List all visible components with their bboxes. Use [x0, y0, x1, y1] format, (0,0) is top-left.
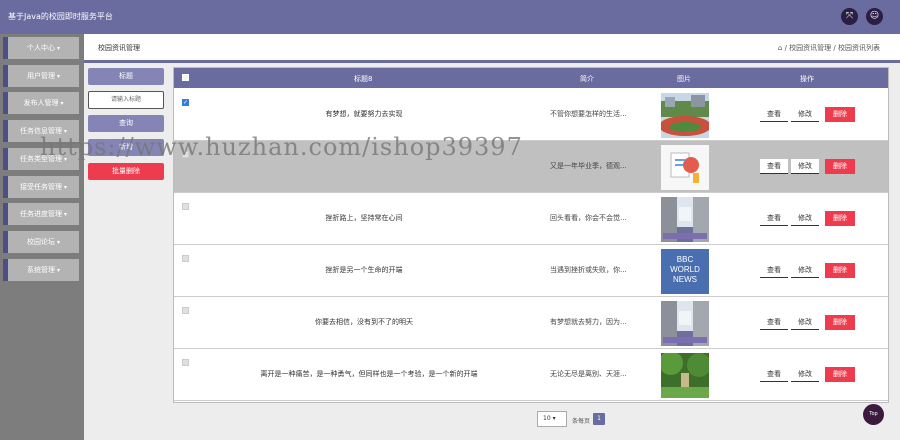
chevron-down-icon: ▾ — [56, 73, 60, 80]
row-image: BBC WORLD NEWS — [661, 249, 709, 294]
accent-divider — [84, 60, 900, 63]
delete-button[interactable]: 删除 — [825, 107, 855, 122]
add-button[interactable]: 新增 — [88, 139, 164, 156]
title-search-input[interactable]: 请输入标题 — [88, 91, 164, 109]
top-header: 基于Java的校园即时服务平台 ⤧ ☺ — [0, 0, 900, 34]
sidebar-item-forum[interactable]: 校园论坛 ▾ — [3, 231, 79, 253]
table-row[interactable]: ✓ 有梦想，就要努力去实现 不管你想要怎样的生活... 查看 修改 删除 — [174, 89, 888, 141]
edit-button[interactable]: 修改 — [791, 159, 819, 174]
chevron-down-icon: ▾ — [63, 184, 67, 191]
row-image — [661, 93, 709, 138]
breadcrumb-bar: 校园资讯管理 ⌂ / 校园资讯管理 / 校园资讯列表 — [84, 34, 900, 60]
row-title: 挫折路上，坚持常在心间 — [325, 214, 403, 222]
row-brief: 回头看看，你会不会觉... — [550, 214, 627, 222]
breadcrumb: ⌂ / 校园资讯管理 / 校园资讯列表 — [777, 44, 880, 52]
chevron-down-icon: ▾ — [56, 45, 60, 52]
header-title: 标题8 — [354, 75, 373, 83]
sidebar-item-task-types[interactable]: 任务类型管理 ▾ — [3, 148, 79, 170]
page-title: 校园资讯管理 — [98, 44, 140, 52]
view-button[interactable]: 查看 — [760, 159, 788, 174]
row-image — [661, 301, 709, 346]
row-image — [661, 145, 709, 190]
header-brief: 简介 — [580, 75, 594, 83]
row-brief: 又是一年毕业季，德观... — [550, 162, 627, 170]
table-row[interactable]: 离开是一种痛苦，是一种勇气，但同样也是一个考验，是一个新的开端 无论无尽是离别、… — [174, 349, 888, 401]
delete-button[interactable]: 删除 — [825, 315, 855, 330]
row-checkbox[interactable] — [182, 255, 189, 262]
view-button[interactable]: 查看 — [760, 107, 788, 122]
app-title: 基于Java的校园即时服务平台 — [8, 12, 113, 21]
header-actions: 操作 — [800, 75, 814, 83]
row-checkbox[interactable] — [182, 151, 189, 158]
row-image — [661, 353, 709, 398]
view-button[interactable]: 查看 — [760, 315, 788, 330]
row-title: 离开是一种痛苦，是一种勇气，但同样也是一个考验，是一个新的开端 — [260, 370, 478, 378]
page-size-select[interactable]: 10 ▾ — [537, 411, 567, 427]
chevron-down-icon: ▾ — [63, 211, 67, 218]
page-size-label: 条每页 — [572, 418, 591, 425]
row-brief: 当遇到挫折或失败，你... — [550, 266, 627, 274]
sidebar-item-publishers[interactable]: 发布人管理 ▾ — [3, 92, 79, 114]
delete-button[interactable]: 删除 — [825, 367, 855, 382]
news-table: 标题8 简介 图片 操作 ✓ 有梦想，就要努力去实现 不管你想要怎样的生活...… — [173, 67, 889, 403]
row-title: 有梦想，就要努力去实现 — [325, 110, 403, 118]
edit-button[interactable]: 修改 — [791, 263, 819, 278]
chevron-down-icon: ▾ — [552, 415, 556, 422]
home-icon[interactable]: ⌂ — [778, 44, 782, 52]
title-field-label: 标题 — [88, 68, 164, 85]
row-title: 你要去相信，没有到不了的明天 — [315, 318, 413, 326]
fullscreen-icon[interactable]: ⤧ — [841, 8, 858, 25]
chevron-down-icon: ▾ — [60, 100, 64, 107]
page-button-current[interactable]: 1 — [593, 413, 605, 425]
table-row[interactable]: 又是一年毕业季，德观... 查看 修改 删除 — [174, 141, 888, 193]
row-checkbox[interactable] — [182, 359, 189, 366]
sidebar-item-task-progress[interactable]: 任务进度管理 ▾ — [3, 203, 79, 225]
query-button[interactable]: 查询 — [88, 115, 164, 132]
batch-delete-button[interactable]: 批量删除 — [88, 163, 164, 180]
view-button[interactable]: 查看 — [760, 211, 788, 226]
select-all-checkbox[interactable] — [182, 74, 189, 81]
view-button[interactable]: 查看 — [760, 367, 788, 382]
table-header: 标题8 简介 图片 操作 — [174, 68, 888, 88]
chevron-down-icon: ▾ — [56, 239, 60, 246]
row-image — [661, 197, 709, 242]
sidebar-item-task-info[interactable]: 任务信息管理 ▾ — [3, 120, 79, 142]
view-button[interactable]: 查看 — [760, 263, 788, 278]
sidebar: 个人中心 ▾ 用户管理 ▾ 发布人管理 ▾ 任务信息管理 ▾ 任务类型管理 ▾ 接受任务管… — [0, 34, 84, 440]
edit-button[interactable]: 修改 — [791, 367, 819, 382]
chevron-down-icon: ▾ — [56, 267, 60, 274]
row-checkbox[interactable] — [182, 203, 189, 210]
edit-button[interactable]: 修改 — [791, 315, 819, 330]
scroll-top-button[interactable]: Top — [863, 404, 884, 425]
row-checkbox[interactable]: ✓ — [182, 99, 189, 106]
sidebar-item-personal-center[interactable]: 个人中心 ▾ — [3, 37, 79, 59]
edit-button[interactable]: 修改 — [791, 107, 819, 122]
edit-button[interactable]: 修改 — [791, 211, 819, 226]
row-title: 挫折是另一个生命的开端 — [325, 266, 403, 274]
table-row[interactable]: 挫折是另一个生命的开端 当遇到挫折或失败，你... BBC WORLD NEWS… — [174, 245, 888, 297]
sidebar-item-accepted-tasks[interactable]: 接受任务管理 ▾ — [3, 176, 79, 198]
delete-button[interactable]: 删除 — [825, 211, 855, 226]
bbc-logo-text: BBC — [676, 255, 694, 264]
sidebar-item-system[interactable]: 系统管理 ▾ — [3, 259, 79, 281]
delete-button[interactable]: 删除 — [825, 263, 855, 278]
row-checkbox[interactable] — [182, 307, 189, 314]
sidebar-item-users[interactable]: 用户管理 ▾ — [3, 65, 79, 87]
row-brief: 无论无尽是离别、天涯... — [550, 370, 627, 378]
chevron-down-icon: ▾ — [63, 156, 67, 163]
header-image: 图片 — [677, 75, 691, 83]
table-row[interactable]: 挫折路上，坚持常在心间 回头看看，你会不会觉... 查看 修改 删除 — [174, 193, 888, 245]
row-brief: 不管你想要怎样的生活... — [550, 110, 627, 118]
delete-button[interactable]: 删除 — [825, 159, 855, 174]
table-row[interactable]: 你要去相信，没有到不了的明天 有梦想就去努力，因为... 查看 修改 删除 — [174, 297, 888, 349]
row-brief: 有梦想就去努力，因为... — [550, 318, 627, 326]
user-icon[interactable]: ☺ — [866, 8, 883, 25]
chevron-down-icon: ▾ — [63, 128, 67, 135]
